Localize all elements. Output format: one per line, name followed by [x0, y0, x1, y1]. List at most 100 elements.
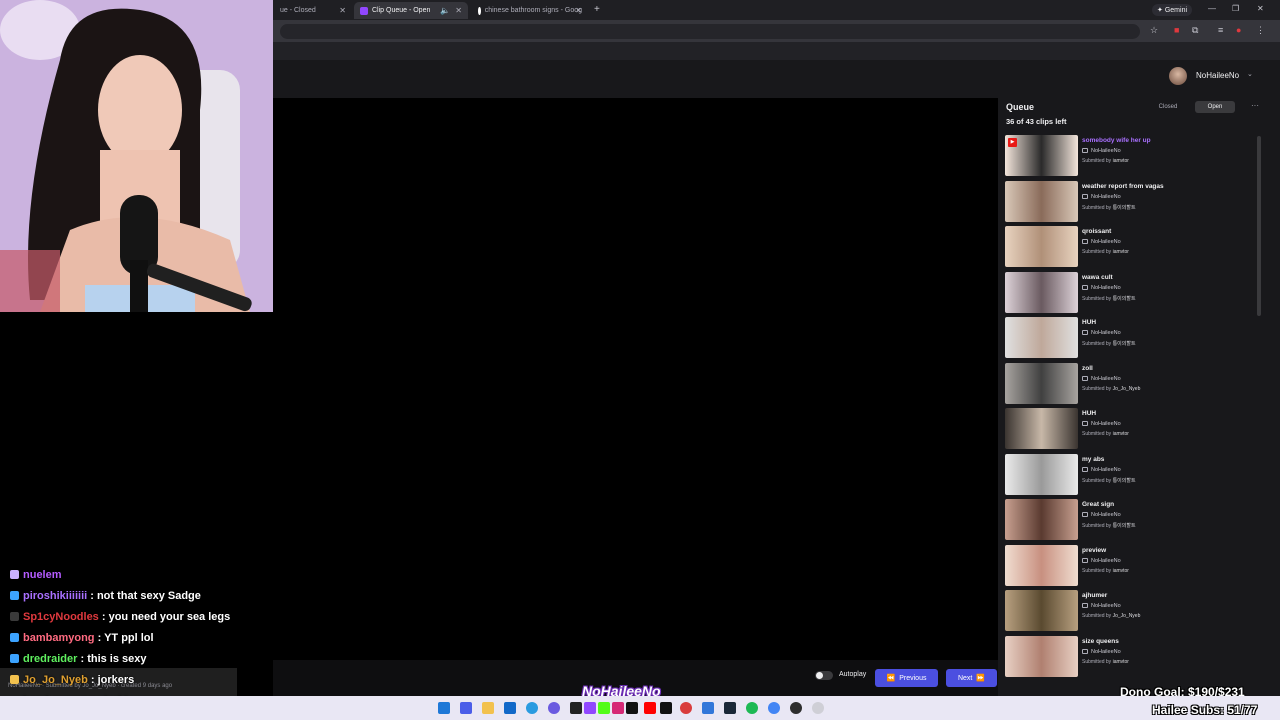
chat-username[interactable]: piroshikiiiiiii: [23, 590, 87, 602]
outlook-icon[interactable]: [504, 702, 516, 714]
maximize-icon[interactable]: ❐: [1232, 4, 1239, 13]
chat-text: : not that sexy Sadge: [87, 590, 201, 602]
clip-title[interactable]: somebody wife her up: [1082, 137, 1151, 144]
clip-thumbnail[interactable]: [1005, 362, 1078, 404]
tiktok-icon[interactable]: [626, 702, 638, 714]
clip-thumbnail[interactable]: [1005, 226, 1078, 267]
channel-icon: [1082, 466, 1088, 472]
twitch-icon[interactable]: [584, 702, 596, 714]
chat-username[interactable]: bambamyong: [23, 632, 95, 644]
clip-thumbnail[interactable]: [1005, 635, 1078, 677]
queue-clip-item[interactable]: ▶ somebody wife her up NoHaileeNo Submitted…: [1005, 135, 1253, 177]
queue-clip-item[interactable]: weather report from vagas NoHaileeNo Submi…: [1005, 180, 1253, 223]
speaker-icon[interactable]: 🔈: [440, 6, 450, 15]
clip-submitter: Submitted by Jo_Jo_Nyeb: [1082, 613, 1140, 619]
queue-clip-item[interactable]: Great sign NoHaileeNo Submitted by 통이의할트: [1005, 499, 1253, 541]
tab-clip-queue-open[interactable]: Clip Queue - Open 🔈 ✕: [354, 2, 468, 19]
copilot-icon[interactable]: [460, 702, 472, 714]
clip-thumbnail[interactable]: [1005, 408, 1078, 449]
profile-icon[interactable]: ●: [1236, 25, 1241, 35]
clip-thumbnail[interactable]: [1005, 544, 1078, 586]
previous-button[interactable]: ⏪ Previous: [875, 669, 938, 687]
queue-clip-item[interactable]: qroissant NoHaileeNo Submitted by iamvtor: [1005, 226, 1253, 268]
clip-title[interactable]: ajhumer: [1082, 592, 1107, 599]
clip-title[interactable]: qroissant: [1082, 228, 1111, 235]
file-explorer-icon[interactable]: [482, 702, 494, 714]
edge-icon[interactable]: [526, 702, 538, 714]
chevron-down-icon[interactable]: ⌄: [1247, 70, 1253, 78]
x-icon[interactable]: [660, 702, 672, 714]
window-close-icon[interactable]: ✕: [1257, 4, 1264, 13]
queue-scrollbar[interactable]: [1257, 136, 1261, 316]
app-icon[interactable]: [570, 702, 582, 714]
more-options-icon[interactable]: ···: [1251, 101, 1259, 110]
clip-title[interactable]: preview: [1082, 547, 1106, 554]
tab-label: chinese bathroom signs - Goog: [484, 7, 582, 14]
chat-text: : YT ppl lol: [94, 632, 154, 644]
app-icon[interactable]: [812, 702, 824, 714]
queue-clip-item[interactable]: HUH NoHaileeNo Submitted by 통이의할트: [1005, 317, 1253, 359]
puzzle-icon[interactable]: ⧉: [1192, 25, 1198, 36]
minimize-icon[interactable]: —: [1208, 4, 1216, 13]
clip-thumbnail[interactable]: [1005, 317, 1078, 358]
windows-start-icon[interactable]: [438, 702, 450, 714]
clip-thumbnail[interactable]: [1005, 499, 1078, 540]
clip-channel: NoHaileeNo: [1082, 649, 1121, 655]
close-icon[interactable]: ✕: [455, 6, 462, 15]
discord-icon[interactable]: [548, 702, 560, 714]
autoplay-toggle[interactable]: [815, 671, 833, 680]
close-icon[interactable]: ✕: [339, 6, 346, 15]
clip-thumbnail[interactable]: [1005, 271, 1078, 313]
clip-title[interactable]: wawa cult: [1082, 274, 1113, 281]
clip-title[interactable]: Great sign: [1082, 501, 1114, 508]
clip-title[interactable]: my abs: [1082, 456, 1104, 463]
clip-thumbnail[interactable]: [1005, 590, 1078, 631]
address-bar[interactable]: [280, 24, 1140, 39]
close-icon[interactable]: ✕: [575, 6, 582, 15]
queue-clip-item[interactable]: preview NoHaileeNo Submitted by iamvtor: [1005, 544, 1253, 587]
clip-title[interactable]: weather report from vagas: [1082, 183, 1164, 190]
menu-icon[interactable]: ⋮: [1256, 25, 1265, 36]
submitter-name: 통이의할트: [1112, 341, 1136, 347]
clip-player[interactable]: [273, 98, 998, 660]
chat-username[interactable]: nuelem: [23, 569, 62, 581]
clip-channel: NoHaileeNo: [1082, 148, 1121, 154]
queue-clip-item[interactable]: ajhumer NoHaileeNo Submitted by Jo_Jo_Nyeb: [1005, 590, 1253, 632]
new-tab-button[interactable]: +: [594, 4, 600, 15]
clip-title[interactable]: HUH: [1082, 410, 1096, 417]
channel-name: NoHaileeNo: [1091, 239, 1121, 245]
tab-google-search[interactable]: chinese bathroom signs - Goog ✕: [472, 2, 588, 19]
kick-icon[interactable]: [598, 702, 610, 714]
clip-thumbnail[interactable]: [1005, 180, 1078, 222]
clip-title[interactable]: size queens: [1082, 638, 1119, 645]
gemini-button[interactable]: ✦ Gemini: [1152, 4, 1192, 16]
avatar[interactable]: [1169, 67, 1187, 85]
chat-username[interactable]: Jo_Jo_Nyeb: [23, 674, 88, 686]
next-button[interactable]: Next ⏩: [946, 669, 997, 687]
queue-clip-item[interactable]: size queens NoHaileeNo Submitted by iamvto…: [1005, 635, 1253, 678]
tab-closed[interactable]: Closed: [1152, 101, 1184, 113]
spotify-icon[interactable]: [746, 702, 758, 714]
chrome-icon[interactable]: [680, 702, 692, 714]
clip-title[interactable]: zoll: [1082, 365, 1093, 372]
queue-clip-item[interactable]: HUH NoHaileeNo Submitted by iamvtor: [1005, 408, 1253, 450]
chrome-active-icon[interactable]: [768, 702, 780, 714]
queue-clip-item[interactable]: wawa cult NoHaileeNo Submitted by 통이의할트: [1005, 271, 1253, 314]
extension-icon[interactable]: ■: [1174, 25, 1179, 35]
instagram-icon[interactable]: [612, 702, 624, 714]
steam-icon[interactable]: [724, 702, 736, 714]
word-icon[interactable]: [702, 702, 714, 714]
youtube-icon[interactable]: [644, 702, 656, 714]
chat-username[interactable]: Sp1cyNoodles: [23, 611, 99, 623]
tab-open[interactable]: Open: [1195, 101, 1235, 113]
queue-clip-item[interactable]: zoll NoHaileeNo Submitted by Jo_Jo_Nyeb: [1005, 362, 1253, 405]
media-icon[interactable]: ≡: [1218, 25, 1223, 35]
chat-username[interactable]: dredraider: [23, 653, 77, 665]
clip-title[interactable]: HUH: [1082, 319, 1096, 326]
username[interactable]: NoHaileeNo: [1196, 71, 1239, 80]
tab-clip-queue-closed[interactable]: ue - Closed ✕: [274, 2, 352, 19]
clip-thumbnail[interactable]: [1005, 453, 1078, 495]
queue-clip-item[interactable]: my abs NoHaileeNo Submitted by 통이의할트: [1005, 453, 1253, 496]
bookmark-star-icon[interactable]: ☆: [1150, 25, 1158, 36]
obs-icon[interactable]: [790, 702, 802, 714]
